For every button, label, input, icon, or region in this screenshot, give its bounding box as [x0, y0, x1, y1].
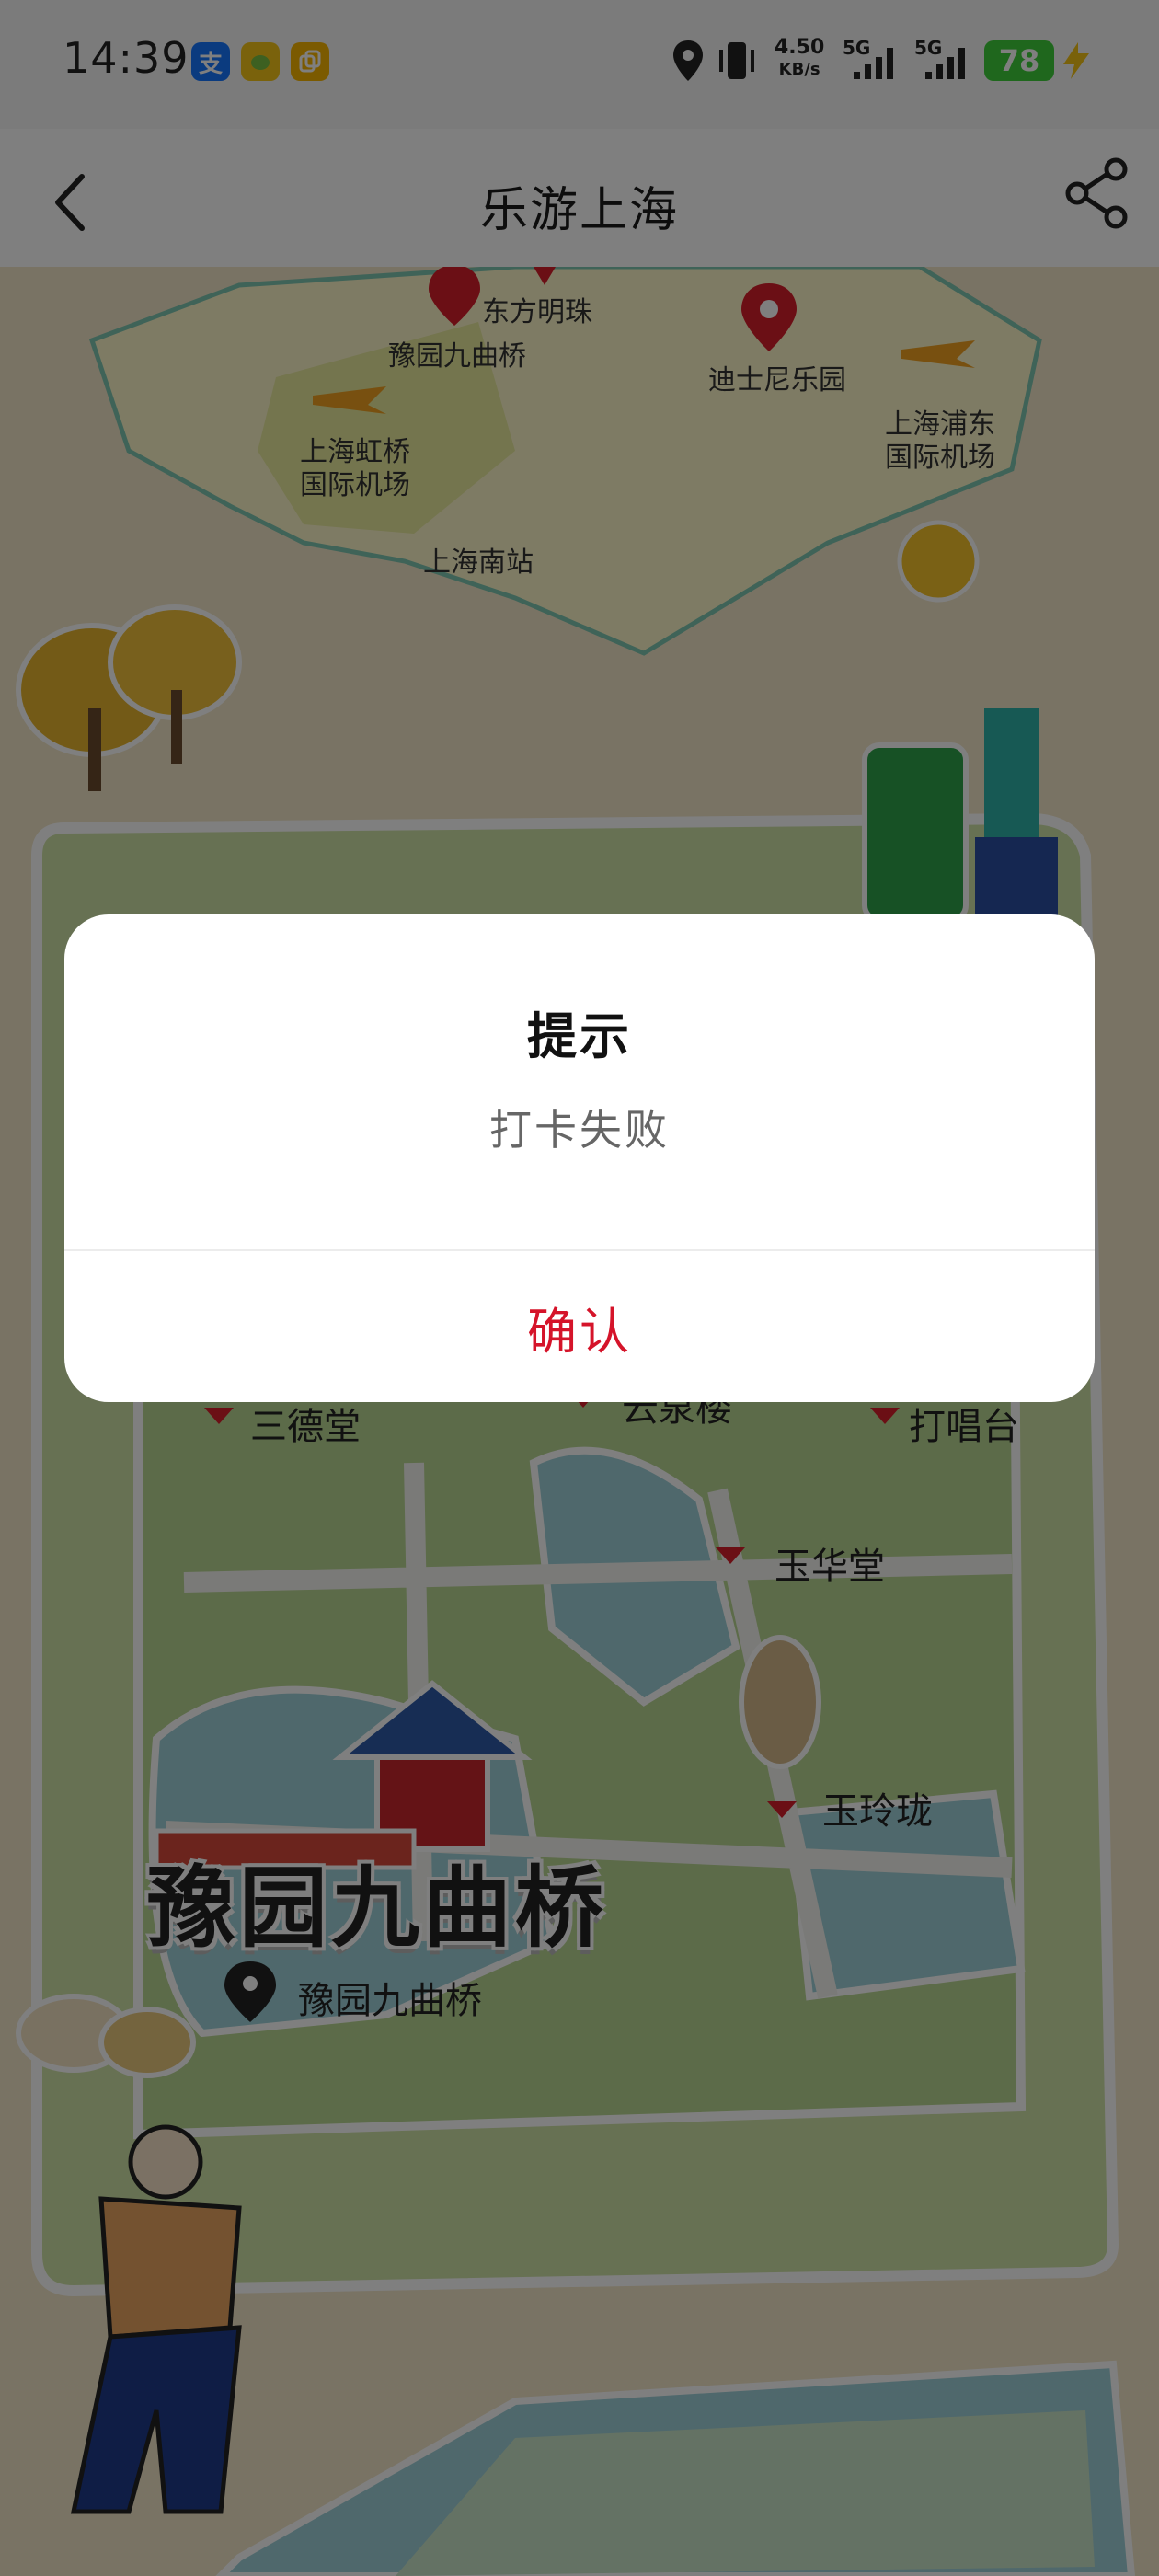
alert-dialog: 提示 打卡失败 确认: [64, 914, 1095, 1402]
dialog-message: 打卡失败: [489, 1105, 670, 1155]
confirm-button[interactable]: 确认: [64, 1251, 1095, 1402]
dialog-title: 提示: [527, 1007, 632, 1065]
